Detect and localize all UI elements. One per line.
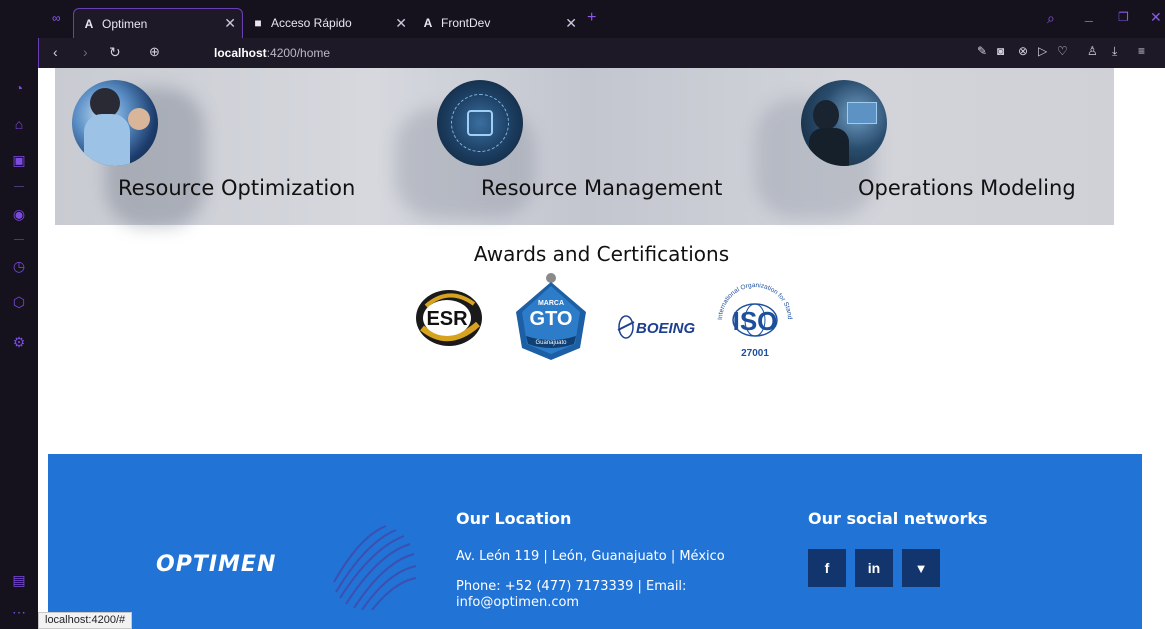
address-bar: ‹ › ↻ ⊕ localhost:4200/home ✎ ◙ ⊗ ▷ ♡ ♙ … — [38, 38, 1165, 68]
more-icon[interactable]: ⋯ — [11, 604, 27, 620]
url-field[interactable]: localhost:4200/home — [214, 46, 330, 60]
back-icon[interactable]: ‹ — [53, 44, 58, 60]
esr-logo-text: ESR — [426, 308, 468, 330]
marca-gto-text: GTO — [530, 308, 573, 330]
menu-icon[interactable]: ≡ — [1138, 44, 1145, 58]
twitter-button[interactable]: ▼ — [902, 549, 940, 587]
service-title-resource-management: Resource Management — [481, 176, 723, 200]
facebook-button[interactable]: f — [808, 549, 846, 587]
linkedin-button[interactable]: in — [855, 549, 893, 587]
marca-gto-top: MARCA — [538, 300, 564, 307]
calendar-icon[interactable]: ▣ — [11, 152, 27, 168]
boeing-logo-text: BOEING — [636, 320, 696, 337]
restore-icon[interactable]: ❐ — [1118, 10, 1129, 24]
operations-modeling-image — [801, 80, 887, 166]
browser-titlebar: ∞ A Optimen ✕ ■ Acceso Rápido ✕ A FrontD… — [0, 0, 1165, 38]
edit-icon[interactable]: ✎ — [977, 44, 987, 58]
site-footer: OPTIMEN Our Location Av. León 119 | León… — [48, 454, 1142, 629]
tab-label: Acceso Rápido — [271, 16, 352, 30]
resource-optimization-image — [72, 80, 158, 166]
marca-gto-logo: MARCA GTO Guanajuato — [508, 272, 594, 362]
settings-icon[interactable]: ⚙ — [11, 334, 27, 350]
twitter-icon: ▼ — [914, 560, 928, 576]
awards-heading: Awards and Certifications — [473, 242, 730, 266]
contact-line-2[interactable]: info@optimen.com — [456, 595, 579, 611]
page-viewport: Resource Optimization Resource Managemen… — [38, 68, 1165, 629]
tab-label: Optimen — [102, 16, 148, 31]
send-icon[interactable]: ▷ — [1038, 44, 1047, 58]
iso-logo-text: ISO — [733, 306, 778, 336]
optimen-logo[interactable]: OPTIMEN — [156, 552, 276, 577]
speed-dial-icon[interactable]: ◔ — [11, 80, 27, 96]
reload-icon[interactable]: ↻ — [109, 44, 121, 61]
close-icon[interactable]: ✕ — [1150, 9, 1162, 26]
site-info-icon[interactable]: ⊕ — [149, 44, 160, 60]
new-tab-button[interactable]: + — [587, 9, 596, 27]
close-icon[interactable]: ✕ — [224, 15, 236, 32]
browser-sidebar: ◔ ⌂ ▣ ◉ ◷ ⬡ ⚙ ▤ ⋯ — [0, 0, 38, 629]
tab-label: FrontDev — [441, 16, 491, 30]
boeing-logo: BOEING — [616, 312, 696, 342]
address-text: Av. León 119 | León, Guanajuato | México — [456, 549, 725, 564]
iso-number: 27001 — [741, 348, 769, 359]
heart-icon[interactable]: ♡ — [1057, 44, 1068, 58]
divider — [14, 186, 24, 187]
resource-management-image — [437, 80, 523, 166]
linkedin-icon: in — [867, 560, 881, 576]
url-path: :4200/home — [266, 46, 331, 60]
block-icon[interactable]: ⊗ — [1018, 44, 1028, 58]
angular-icon: A — [423, 16, 433, 30]
url-host: localhost — [214, 46, 267, 60]
minimize-icon[interactable]: _ — [1085, 6, 1093, 22]
esr-logo: ESR — [414, 288, 484, 348]
gallery-icon[interactable]: ▤ — [11, 572, 27, 588]
social-heading: Our social networks — [808, 509, 988, 528]
location-heading: Our Location — [456, 509, 572, 528]
screenshot-icon[interactable]: ◙ — [997, 44, 1004, 58]
download-icon[interactable]: ⤓ — [1112, 44, 1117, 59]
profile-icon[interactable]: ♙ — [1087, 44, 1098, 58]
grid-icon: ■ — [254, 16, 262, 30]
player-icon[interactable]: ◉ — [11, 206, 27, 222]
workspaces-icon[interactable]: ∞ — [52, 11, 61, 25]
link-status-bar: localhost:4200/# — [38, 612, 133, 629]
service-title-resource-optimization: Resource Optimization — [118, 176, 356, 200]
close-icon[interactable]: ✕ — [565, 15, 577, 32]
facebook-icon: f — [824, 560, 830, 576]
contact-line-1: Phone: +52 (477) 7173339 | Email: — [456, 579, 687, 594]
marca-gto-bottom: Guanajuato — [535, 340, 567, 346]
divider — [14, 239, 24, 240]
bag-icon[interactable]: ⌂ — [11, 116, 27, 132]
angular-icon: A — [84, 16, 94, 31]
tab-frontdev[interactable]: A FrontDev ✕ — [413, 8, 583, 38]
search-icon[interactable]: ⌕ — [1047, 10, 1055, 27]
tab-optimen[interactable]: A Optimen ✕ — [73, 8, 243, 38]
service-title-operations-modeling: Operations Modeling — [858, 176, 1076, 200]
tab-acceso-rapido[interactable]: ■ Acceso Rápido ✕ — [243, 8, 413, 38]
forward-icon[interactable]: › — [83, 44, 88, 60]
iso-logo: International Organization for Standardi… — [710, 269, 798, 366]
services-banner: Resource Optimization Resource Managemen… — [55, 68, 1114, 228]
cube-icon[interactable]: ⬡ — [11, 294, 27, 310]
close-icon[interactable]: ✕ — [395, 15, 407, 32]
history-icon[interactable]: ◷ — [11, 258, 27, 274]
optimen-logo-mark — [333, 525, 417, 610]
